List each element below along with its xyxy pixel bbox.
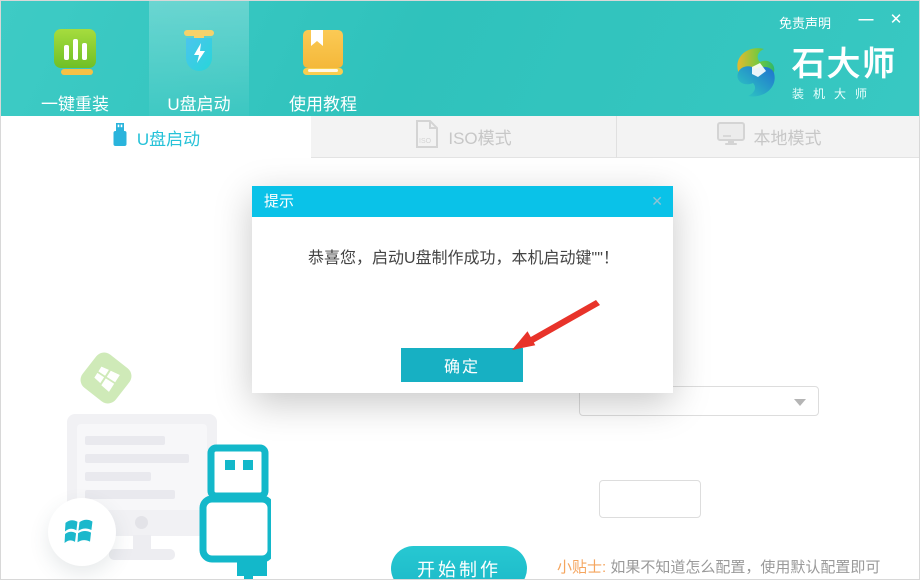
dialog-title: 提示	[264, 186, 294, 217]
success-dialog: 提示 ✕ 恭喜您，启动U盘制作成功，本机启动键""！ 确定	[252, 186, 673, 393]
tip-label: 小贴士:	[557, 559, 606, 576]
tab-label: U盘启动	[137, 125, 200, 150]
tab-iso-mode[interactable]: ISO ISO模式	[311, 116, 616, 158]
chart-icon	[52, 29, 98, 81]
monitor-icon	[717, 122, 745, 151]
brand-logo-icon	[730, 43, 782, 106]
svg-text:ISO: ISO	[419, 138, 432, 145]
nav-item-label: U盘启动	[167, 90, 230, 115]
disclaimer-link[interactable]: 免责声明	[779, 13, 831, 32]
close-button[interactable]: ✕	[885, 9, 907, 31]
nav-item-label: 一键重装	[41, 90, 109, 115]
monitor-stand	[133, 535, 151, 550]
ok-button[interactable]: 确定	[401, 348, 523, 382]
book-icon	[300, 29, 346, 81]
nav-item-one-key-reinstall[interactable]: 一键重装	[25, 29, 125, 115]
tip-text: 小贴士: 如果不知道怎么配置，使用默认配置即可	[557, 556, 880, 577]
dialog-header: 提示 ✕	[252, 186, 673, 217]
chevron-down-icon	[794, 399, 806, 406]
tab-label: 本地模式	[754, 124, 822, 149]
dialog-close-icon[interactable]: ✕	[651, 186, 663, 217]
usb-icon	[112, 123, 128, 152]
dialog-message: 恭喜您，启动U盘制作成功，本机启动键""！	[308, 244, 619, 268]
tab-local-mode[interactable]: 本地模式	[616, 116, 920, 158]
start-make-button[interactable]: 开始制作	[391, 546, 527, 580]
brand-subtitle: 装机大师	[792, 85, 897, 102]
nav-item-tutorial[interactable]: 使用教程	[273, 29, 373, 115]
config-input[interactable]	[599, 480, 701, 518]
windows-logo-badge	[48, 498, 116, 566]
iso-file-icon: ISO	[415, 120, 439, 153]
minimize-button[interactable]: —	[855, 9, 877, 31]
brand-name: 石大师	[792, 47, 897, 81]
app-header: 一键重装 U盘启动	[1, 1, 919, 116]
tab-usb-boot[interactable]: U盘启动	[1, 116, 311, 158]
app-window: 一键重装 U盘启动	[0, 0, 920, 580]
monitor-base	[109, 549, 175, 560]
windows-tile-icon	[77, 349, 136, 408]
brand-logo: 石大师 装机大师	[730, 43, 897, 106]
tab-label: ISO模式	[448, 124, 511, 149]
nav-item-usb-boot[interactable]: U盘启动	[149, 29, 249, 115]
mode-tabs: U盘启动 ISO ISO模式 本地模式	[1, 116, 919, 158]
shield-usb-icon	[176, 29, 222, 81]
nav-item-label: 使用教程	[289, 90, 357, 115]
